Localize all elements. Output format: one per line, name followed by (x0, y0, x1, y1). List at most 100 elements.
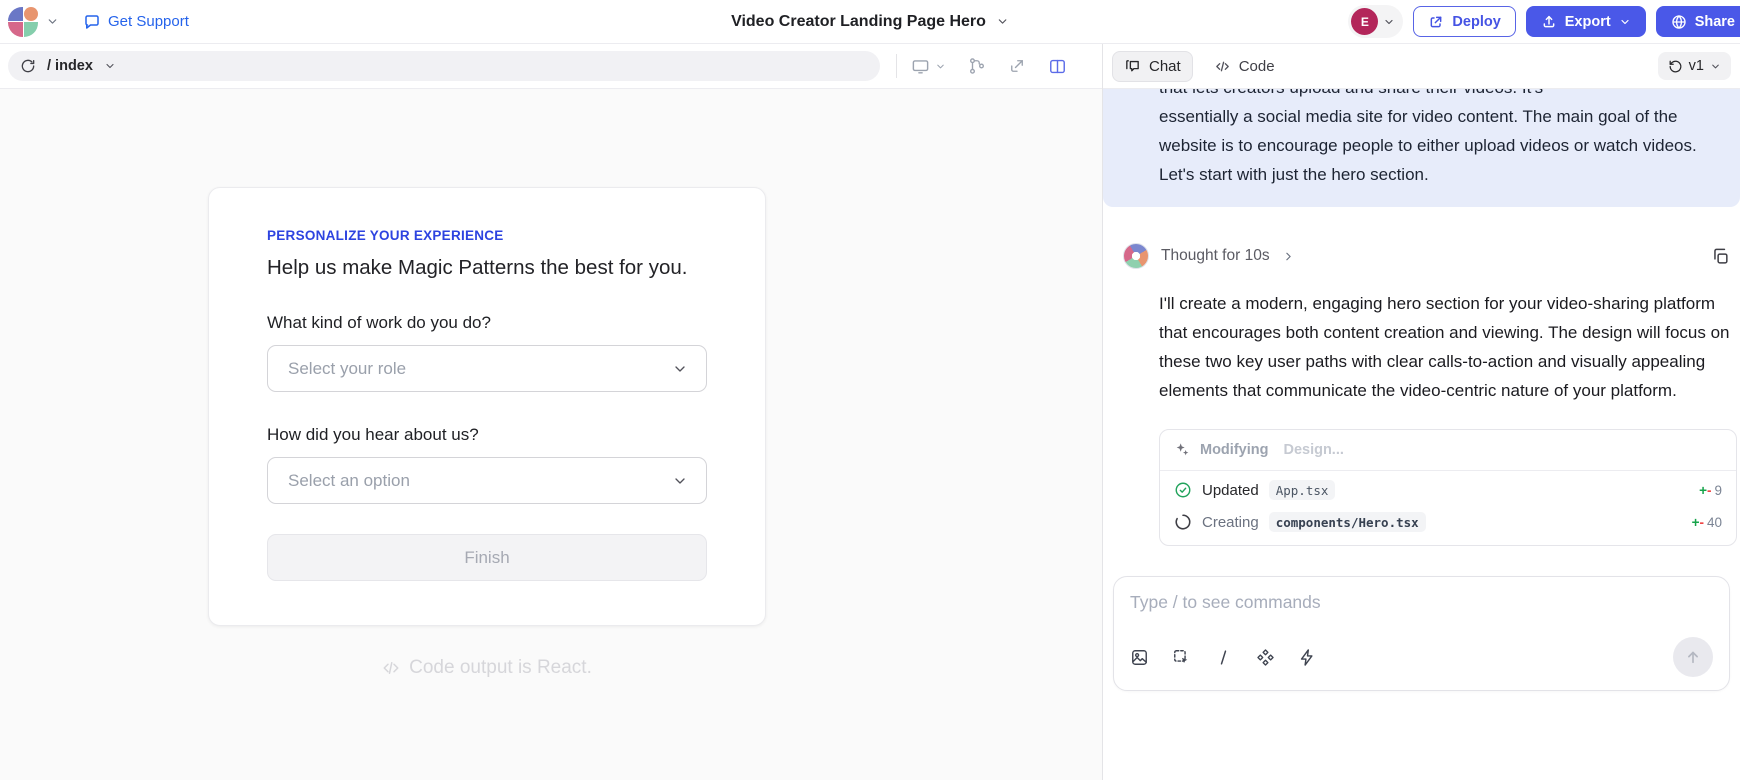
panel-header: Chat Code v1 (1103, 44, 1740, 89)
card-eyebrow: PERSONALIZE YOUR EXPERIENCE (267, 228, 707, 243)
zap-icon[interactable] (1298, 648, 1317, 667)
diff-minus: - (1699, 515, 1704, 530)
chat-message-list[interactable]: that lets creators upload and share thei… (1103, 89, 1740, 780)
tool-activity-card: Modifying Design... Updated App.tsx + - … (1159, 429, 1737, 546)
avatar: E (1351, 8, 1378, 35)
framework-watermark: Code output is React. (208, 657, 766, 679)
thought-toggle[interactable]: Thought for 10s (1123, 243, 1732, 269)
get-support-link[interactable]: Get Support (83, 13, 189, 31)
copy-message-button[interactable] (1711, 247, 1730, 266)
send-button[interactable] (1673, 637, 1713, 677)
app-window: Get Support Video Creator Landing Page H… (0, 0, 1740, 780)
sparkle-icon (1174, 442, 1190, 458)
spinner-icon (1174, 513, 1192, 531)
get-support-label: Get Support (108, 13, 189, 30)
tab-code[interactable]: Code (1203, 52, 1286, 81)
diff-count: 40 (1707, 515, 1722, 530)
magic-patterns-logo-icon (8, 7, 38, 37)
user-message-clipped-line: that lets creators upload and share thei… (1159, 89, 1710, 102)
attach-image-icon[interactable] (1130, 648, 1149, 667)
history-icon (1668, 59, 1683, 74)
chevron-down-icon (46, 15, 59, 28)
chevron-down-icon (672, 361, 688, 377)
chat-composer (1113, 576, 1730, 691)
external-link-icon (1428, 14, 1444, 30)
version-label: v1 (1689, 58, 1704, 74)
code-icon (382, 659, 400, 677)
chevron-down-icon (935, 61, 946, 72)
preview-toolbar: / index (0, 44, 1102, 89)
check-circle-icon (1174, 481, 1192, 499)
finish-button[interactable]: Finish (267, 534, 707, 581)
diff-count: 9 (1714, 483, 1722, 498)
user-message-body: essentially a social media site for vide… (1159, 102, 1710, 160)
file-name: App.tsx (1269, 480, 1336, 500)
diff-plus: + (1692, 515, 1700, 530)
card-heading: Help us make Magic Patterns the best for… (267, 256, 707, 280)
tool-card-header: Modifying Design... (1160, 430, 1736, 471)
main-split: / index (0, 44, 1740, 780)
toolbar-divider (896, 54, 897, 78)
diff-stats: + - 40 (1692, 515, 1722, 530)
assistant-message: I'll create a modern, engaging hero sect… (1159, 289, 1734, 405)
diff-stats: + - 9 (1699, 483, 1722, 498)
chevron-down-icon (996, 15, 1009, 28)
role-select[interactable]: Select your role (267, 345, 707, 392)
select-element-icon[interactable] (1172, 648, 1191, 667)
export-button[interactable]: Export (1526, 6, 1646, 37)
top-bar: Get Support Video Creator Landing Page H… (0, 0, 1740, 44)
tool-status: Creating (1202, 514, 1259, 531)
version-selector[interactable]: v1 (1658, 52, 1731, 80)
account-menu[interactable]: E (1348, 5, 1403, 38)
diff-plus: + (1699, 483, 1707, 498)
chevron-down-icon (1383, 16, 1395, 28)
chevron-down-icon (104, 60, 116, 72)
tab-chat[interactable]: Chat (1112, 51, 1193, 82)
tab-code-label: Code (1239, 58, 1275, 75)
preview-pane: / index (0, 44, 1103, 780)
chevron-down-icon (672, 473, 688, 489)
composer-actions (1130, 637, 1713, 677)
tool-status: Updated (1202, 482, 1259, 499)
chevron-down-icon (1710, 61, 1721, 72)
assistant-avatar-icon (1123, 243, 1149, 269)
export-label: Export (1565, 14, 1611, 30)
open-in-new-tab-icon[interactable] (1008, 57, 1026, 75)
chat-messages-icon (1124, 58, 1141, 75)
user-message-last-line: Let's start with just the hero section. (1159, 160, 1710, 189)
chevron-right-icon (1282, 250, 1295, 263)
device-size-menu[interactable] (911, 57, 946, 76)
code-icon (1214, 58, 1231, 75)
question-hear-label: How did you hear about us? (267, 425, 707, 445)
tab-chat-label: Chat (1149, 58, 1181, 75)
hear-about-placeholder: Select an option (288, 471, 410, 491)
thought-label: Thought for 10s (1161, 247, 1270, 265)
preview-toolbar-icons (911, 57, 1067, 76)
tool-row-creating: Creating components/Hero.tsx + - 40 (1160, 509, 1736, 545)
slash-command-icon[interactable] (1214, 648, 1233, 667)
monitor-icon (911, 57, 930, 76)
chat-input[interactable] (1130, 592, 1713, 613)
topbar-actions: E Deploy Export (1348, 5, 1740, 38)
deploy-label: Deploy (1452, 14, 1500, 30)
globe-icon (1671, 14, 1687, 30)
route-selector[interactable]: / index (8, 51, 880, 81)
refresh-icon[interactable] (20, 58, 36, 74)
chat-bubble-icon (83, 13, 101, 31)
watermark-label: Code output is React. (409, 657, 592, 679)
share-button[interactable]: Share (1656, 6, 1740, 37)
component-tree-icon[interactable] (968, 57, 986, 75)
tool-card-title: Modifying (1200, 442, 1268, 458)
project-title-menu[interactable]: Video Creator Landing Page Hero (731, 13, 1009, 31)
role-select-placeholder: Select your role (288, 359, 406, 379)
live-preview-canvas: PERSONALIZE YOUR EXPERIENCE Help us make… (0, 89, 1102, 780)
split-view-toggle[interactable] (1048, 57, 1067, 76)
component-icon[interactable] (1256, 648, 1275, 667)
chat-panel: Chat Code v1 (1103, 44, 1740, 780)
chevron-down-icon (1619, 16, 1631, 28)
upload-icon (1541, 14, 1557, 30)
deploy-button[interactable]: Deploy (1413, 6, 1515, 37)
file-name: components/Hero.tsx (1269, 512, 1426, 532)
hear-about-select[interactable]: Select an option (267, 457, 707, 504)
workspace-menu[interactable] (8, 7, 59, 37)
